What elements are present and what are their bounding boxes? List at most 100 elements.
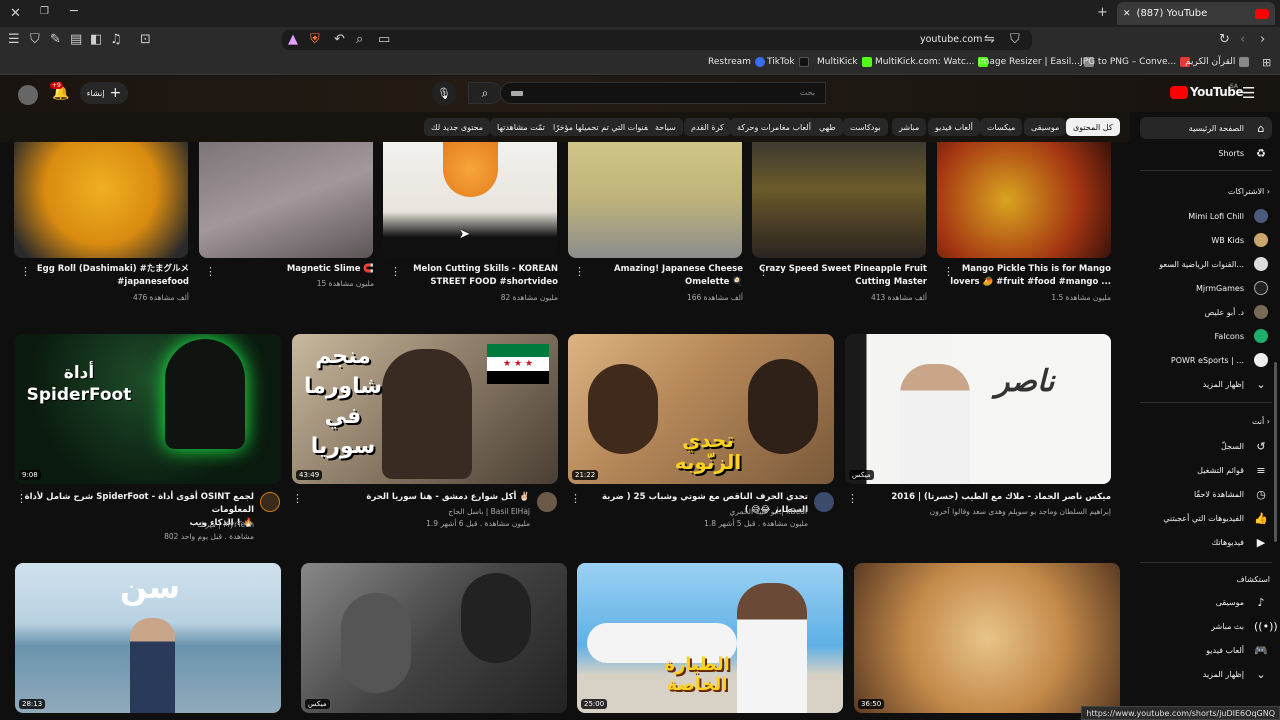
shield-icon[interactable]: ⛉ [30, 33, 40, 46]
video-thumbnail[interactable]: سن 28:13 [15, 563, 281, 713]
forward-icon[interactable]: › [1260, 33, 1265, 46]
new-tab-icon[interactable]: + [1097, 6, 1108, 19]
short-title[interactable]: Egg Roll (Dashimaki) #たまグルメ #japanesefood [14, 263, 189, 289]
short-thumbnail[interactable] [937, 142, 1111, 258]
chip-video-games[interactable]: ألعاب فيديو [928, 118, 980, 136]
restore-window-icon[interactable]: ❐ [40, 7, 49, 17]
sidebar-item-liked[interactable]: الفيديوهات التي أعجبتني 👍 [1140, 507, 1272, 529]
keyboard-icon[interactable] [511, 91, 523, 96]
voice-search-button[interactable]: 🎙 [432, 81, 456, 105]
chip-football[interactable]: كرة القدم [684, 118, 731, 136]
chip-music[interactable]: موسيقى [1024, 118, 1067, 136]
sidebar-item-history[interactable]: السجلّ ↺ [1140, 435, 1272, 457]
minimize-window-icon[interactable]: ─ [70, 5, 78, 18]
search-icon[interactable]: ⌕ [356, 33, 363, 46]
short-title[interactable]: Mango Pickle This is for Mango lovers 🥭 #… [937, 263, 1111, 289]
address-bar[interactable]: ▲ ⛨ ↶ ⌕ ▭ youtube.com ⇋ ⛉ [282, 30, 1032, 50]
chip-tourism[interactable]: سياحة [648, 118, 683, 136]
back-history-icon[interactable]: ↶ [334, 33, 345, 46]
close-tab-icon[interactable]: ✕ [1123, 9, 1131, 19]
bookmark-restream[interactable]: Restream [708, 57, 765, 67]
video-thumbnail[interactable]: تحدي الزنّوبه 21:22 [568, 334, 834, 484]
more-actions-icon[interactable]: ⋮ [847, 492, 858, 505]
sidebar-show-more[interactable]: إظهار المزيد ⌄ [1140, 373, 1272, 395]
more-actions-icon[interactable]: ⋮ [16, 492, 27, 505]
short-thumbnail[interactable] [568, 142, 742, 258]
bookmarks-grid-icon[interactable]: ⊞ [1262, 57, 1271, 68]
subscriptions-heading[interactable]: الاشتراكات › [1228, 187, 1270, 196]
bookmark-multikick-watch[interactable]: MultiKick.com: Watc... [875, 57, 989, 67]
more-actions-icon[interactable]: ⋮ [570, 492, 581, 505]
channel-avatar[interactable] [537, 492, 557, 512]
search-button[interactable]: ⌕ [468, 82, 502, 104]
menu-icon[interactable]: ☰ [8, 33, 20, 46]
sidebar-toggle-icon[interactable]: ◧ [90, 33, 102, 46]
create-button[interactable]: إنشاء + [80, 82, 128, 104]
sidebar-item-sub[interactable]: MjrmGames [1140, 277, 1272, 299]
short-title[interactable]: Amazing! Japanese Cheese Omelette 🍳 [568, 263, 743, 289]
account-avatar[interactable] [18, 85, 38, 105]
more-actions-icon[interactable]: ⋮ [20, 265, 31, 278]
reader-icon[interactable]: ▭ [378, 33, 390, 46]
sidebar-item-sub[interactable]: د. أبو عليص [1140, 301, 1272, 323]
site-settings-icon[interactable]: ⇋ [984, 33, 995, 46]
chip-recently-uploaded[interactable]: الفنوات التي تم تحميلها مؤخرًا [546, 118, 660, 136]
video-title[interactable]: ميكس ناصر الحماد - ملاك مع الطيب (حسرتا)… [845, 491, 1111, 504]
bookmark-multikick[interactable]: MultiKick [817, 57, 872, 67]
you-heading[interactable]: أنت › [1252, 417, 1270, 426]
short-title[interactable]: Crazy Speed Sweet Pineapple Fruit Cutting… [752, 263, 927, 289]
youtube-logo-icon[interactable] [1170, 86, 1188, 99]
video-title[interactable]: أكل شوارع دمشق - هنا سوريا الحرة ✌🏻 [300, 491, 530, 504]
channel-avatar[interactable] [260, 492, 280, 512]
sidebar-item-home[interactable]: الصفحة الرئيسية ⌂ [1140, 117, 1272, 139]
video-thumbnail[interactable]: ★ ★ ★ منجم شاورما في سوريا 43:49 [292, 334, 558, 484]
short-title[interactable]: Melon Cutting Skills - KOREAN STREET FOOD… [383, 263, 558, 289]
short-thumbnail[interactable] [199, 142, 373, 258]
short-thumbnail[interactable] [383, 142, 557, 258]
chip-live[interactable]: مباشر [892, 118, 927, 136]
short-thumbnail[interactable] [752, 142, 926, 258]
screenshot-icon[interactable]: ⊡ [140, 33, 151, 46]
sidebar-item-music[interactable]: موسيقى ♪ [1140, 591, 1272, 613]
url-text[interactable]: youtube.com [920, 34, 982, 45]
sidebar-item-playlists[interactable]: قوائم التشغيل ≡ [1140, 459, 1272, 481]
sidebar-scrollbar[interactable] [1274, 362, 1277, 542]
close-window-icon[interactable]: ✕ [10, 7, 21, 20]
extensions-icon[interactable]: ✎ [50, 33, 61, 46]
bookmark-icon[interactable]: ⛉ [1010, 33, 1020, 46]
short-thumbnail[interactable] [14, 142, 188, 258]
tabs-icon[interactable]: ▤ [70, 33, 82, 46]
search-input[interactable]: بحث [500, 82, 826, 104]
reload-icon[interactable]: ↻ [1219, 33, 1230, 46]
more-actions-icon[interactable]: ⋮ [574, 265, 585, 278]
more-actions-icon[interactable]: ⋮ [390, 265, 401, 278]
sidebar-item-sub[interactable]: WB Kids [1140, 229, 1272, 251]
chip-podcasts[interactable]: بودكاست [843, 118, 888, 136]
more-actions-icon[interactable]: ⋮ [758, 265, 769, 278]
more-actions-icon[interactable]: ⋮ [205, 265, 216, 278]
chip-mixes[interactable]: ميكسات [980, 118, 1023, 136]
chip-new-to-you[interactable]: محتوى جديد لك [424, 118, 491, 136]
sidebar-item-shorts[interactable]: Shorts ♻ [1140, 142, 1272, 164]
bookmark-tiktok[interactable]: TikTok [767, 57, 809, 67]
video-thumbnail[interactable]: ناصر ميكس [845, 334, 1111, 484]
chip-watched[interactable]: تمّت مشاهدتها [490, 118, 552, 136]
more-actions-icon[interactable]: ⋮ [292, 492, 303, 505]
sidebar-item-watch-later[interactable]: المشاهدة لاحقًا ◷ [1140, 483, 1272, 505]
sidebar-item-your-videos[interactable]: فيديوهاتك ▶ [1140, 531, 1272, 553]
chip-action-adventure[interactable]: ألعاب مغامرات وحركة [730, 118, 818, 136]
bookmark-image-resizer[interactable]: Image Resizer | Easil... [978, 57, 1094, 67]
short-title[interactable]: Magnetic Slime 🧲 [199, 263, 374, 276]
video-thumbnail[interactable]: ميكس [301, 563, 567, 713]
sidebar-item-sub[interactable]: Falcons [1140, 325, 1272, 347]
sidebar-item-sub[interactable]: POWR eSports | ... [1140, 349, 1272, 371]
sidebar-show-more[interactable]: إظهار المزيد ⌄ [1140, 663, 1272, 685]
sidebar-item-sub[interactable]: Mimi Lofi Chill [1140, 205, 1272, 227]
sidebar-item-gaming[interactable]: ألعاب فيديو 🎮 [1140, 639, 1272, 661]
video-thumbnail[interactable]: الطيارة الخاصة 25:00 [577, 563, 843, 713]
video-thumbnail[interactable]: 36:50 [854, 563, 1120, 713]
video-thumbnail[interactable]: أداة SpiderFoot 9:08 [15, 334, 281, 484]
music-icon[interactable]: ♫ [110, 33, 122, 46]
back-icon[interactable]: ‹ [1240, 33, 1245, 46]
channel-avatar[interactable] [814, 492, 834, 512]
